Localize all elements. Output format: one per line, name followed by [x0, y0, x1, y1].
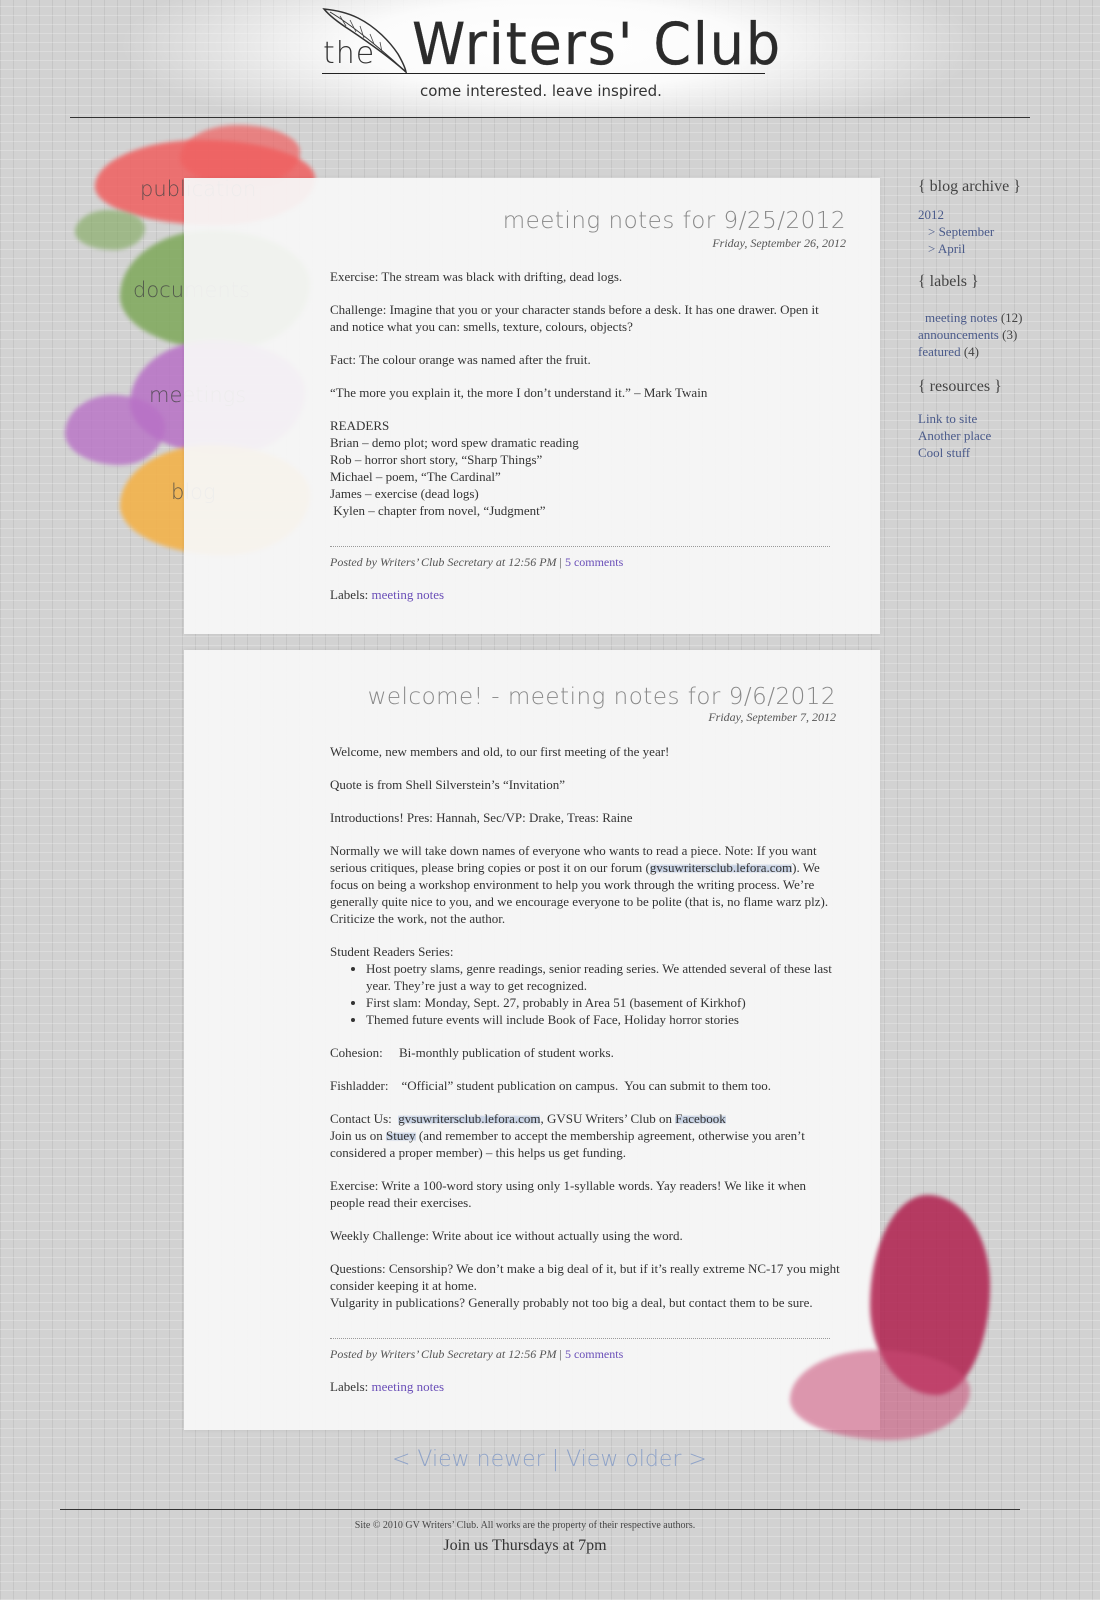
- post-divider: [330, 1338, 830, 1339]
- post-paragraph: Exercise: Write a 100-word story using o…: [330, 1178, 806, 1210]
- blog-post: meeting notes for 9/25/2012 Friday, Sept…: [184, 178, 880, 634]
- posted-by: Posted by Writers’ Club Secretary at 12:…: [330, 1347, 557, 1361]
- label-count: (4): [963, 344, 980, 359]
- publication-paint-blob-2: [180, 125, 300, 185]
- header-divider: [70, 117, 1030, 118]
- label-count: (3): [1002, 327, 1018, 342]
- magenta-paint-blob-2: [790, 1350, 970, 1440]
- post-paragraph: Questions: Censorship? We don’t make a b…: [330, 1261, 840, 1293]
- contact-line: Contact Us: gvsuwritersclub.lefora.com, …: [330, 1110, 840, 1127]
- logo-the: the: [323, 36, 376, 71]
- labels-heading: { labels }: [918, 273, 979, 290]
- post-paragraph: Cohesion: Bi-monthly publication of stud…: [330, 1045, 614, 1060]
- forum-link[interactable]: gvsuwritersclub.lefora.com: [398, 1111, 541, 1126]
- sidebar-label-announcements[interactable]: announcements: [918, 327, 999, 342]
- list-item: First slam: Monday, Sept. 27, probably i…: [366, 994, 840, 1011]
- label-link[interactable]: meeting notes: [372, 587, 445, 602]
- post-title[interactable]: meeting notes for 9/25/2012: [503, 208, 846, 234]
- archive-month[interactable]: > April: [918, 240, 1088, 257]
- post-paragraph: Normally we will take down names of ever…: [330, 842, 840, 927]
- posted-by: Posted by Writers’ Club Secretary at 12:…: [330, 555, 557, 569]
- label-link[interactable]: meeting notes: [372, 1379, 445, 1394]
- text-run: Contact Us:: [330, 1111, 399, 1126]
- archive-year[interactable]: 2012: [918, 206, 1088, 223]
- pager-separator: |: [551, 1447, 560, 1472]
- post-divider: [330, 546, 830, 547]
- site-header: the Writers' Club come interested. leave…: [0, 0, 1100, 118]
- reader-item: Kylen – chapter from novel, “Judgment”: [330, 503, 546, 518]
- sidebar-label-meeting-notes[interactable]: meeting notes: [925, 310, 998, 325]
- post-footer: Posted by Writers’ Club Secretary at 12:…: [330, 1338, 830, 1395]
- reader-item: Rob – horror short story, “Sharp Things”: [330, 452, 543, 467]
- post-date: Friday, September 7, 2012: [708, 710, 836, 724]
- post-paragraph: Weekly Challenge: Write about ice withou…: [330, 1228, 683, 1243]
- resource-link[interactable]: Link to site: [918, 410, 1088, 427]
- archive-month[interactable]: > September: [918, 223, 1088, 240]
- post-paragraph: Exercise: The stream was black with drif…: [330, 269, 623, 284]
- footer-divider: [60, 1509, 1020, 1510]
- resource-link[interactable]: Another place: [918, 427, 1088, 444]
- post-paragraph: Fishladder: “Official” student publicati…: [330, 1078, 771, 1093]
- post-body: Exercise: The stream was black with drif…: [330, 268, 840, 519]
- series-heading: Student Readers Series:: [330, 944, 454, 959]
- footer-separator: |: [559, 555, 562, 569]
- sidebar-label-featured[interactable]: featured: [918, 344, 961, 359]
- forum-link[interactable]: gvsuwritersclub.lefora.com: [649, 860, 793, 875]
- post-paragraph: Introductions! Pres: Hannah, Sec/VP: Dra…: [330, 810, 633, 825]
- view-older-link[interactable]: View older >: [566, 1447, 707, 1472]
- sidebar: { blog archive } 2012 > September > Apri…: [918, 178, 1088, 461]
- reader-item: Brian – demo plot; word spew dramatic re…: [330, 435, 579, 450]
- labels-prefix: Labels:: [330, 587, 369, 602]
- reader-item: Michael – poem, “The Cardinal”: [330, 469, 501, 484]
- list-item: Host poetry slams, genre readings, senio…: [366, 960, 840, 994]
- post-paragraph: Welcome, new members and old, to our fir…: [330, 744, 670, 759]
- logo-underline: [322, 73, 765, 74]
- post-date: Friday, September 26, 2012: [712, 236, 846, 250]
- copyright-text: Site © 2010 GV Writers’ Club. All works …: [354, 1520, 696, 1531]
- resources-heading: { resources }: [918, 378, 1002, 395]
- label-count: (12): [1000, 310, 1023, 325]
- post-paragraph: Vulgarity in publications? Generally pro…: [330, 1295, 813, 1310]
- series-list: Host poetry slams, genre readings, senio…: [330, 960, 840, 1028]
- text-run: , GVSU Writers’ Club on: [540, 1111, 676, 1126]
- post-paragraph: Join us on Stuey (and remember to accept…: [330, 1127, 840, 1161]
- post-title[interactable]: welcome! - meeting notes for 9/6/2012: [368, 684, 836, 710]
- comments-link[interactable]: 5 comments: [565, 1347, 623, 1361]
- list-item: Themed future events will include Book o…: [366, 1011, 840, 1028]
- blog-post: welcome! - meeting notes for 9/6/2012 Fr…: [184, 650, 880, 1430]
- labels-prefix: Labels:: [330, 1379, 369, 1394]
- meeting-time: Join us Thursdays at 7pm: [443, 1537, 607, 1554]
- stuey-link[interactable]: Stuey: [385, 1128, 416, 1143]
- documents-paint-blob-2: [75, 210, 145, 250]
- footer-separator: |: [559, 1347, 562, 1361]
- view-newer-link[interactable]: < View newer: [392, 1447, 545, 1472]
- post-footer: Posted by Writers’ Club Secretary at 12:…: [330, 546, 830, 603]
- post-paragraph: “The more you explain it, the more I don…: [330, 385, 708, 400]
- facebook-link[interactable]: Facebook: [675, 1111, 726, 1126]
- tagline: come interested. leave inspired.: [420, 82, 662, 100]
- text-run: Join us on: [330, 1128, 386, 1143]
- comments-link[interactable]: 5 comments: [565, 555, 623, 569]
- post-paragraph: Quote is from Shell Silverstein’s “Invit…: [330, 777, 566, 792]
- reader-item: James – exercise (dead logs): [330, 486, 479, 501]
- post-paragraph: Challenge: Imagine that you or your char…: [330, 302, 819, 334]
- pagination: < View newer | View older >: [392, 1447, 707, 1472]
- readers-heading: READERS: [330, 418, 390, 433]
- resource-link[interactable]: Cool stuff: [918, 444, 1088, 461]
- post-paragraph: Fact: The colour orange was named after …: [330, 352, 591, 367]
- post-body: Welcome, new members and old, to our fir…: [330, 743, 840, 1311]
- archive-heading: { blog archive }: [918, 178, 1021, 195]
- site-title[interactable]: Writers' Club: [412, 10, 782, 78]
